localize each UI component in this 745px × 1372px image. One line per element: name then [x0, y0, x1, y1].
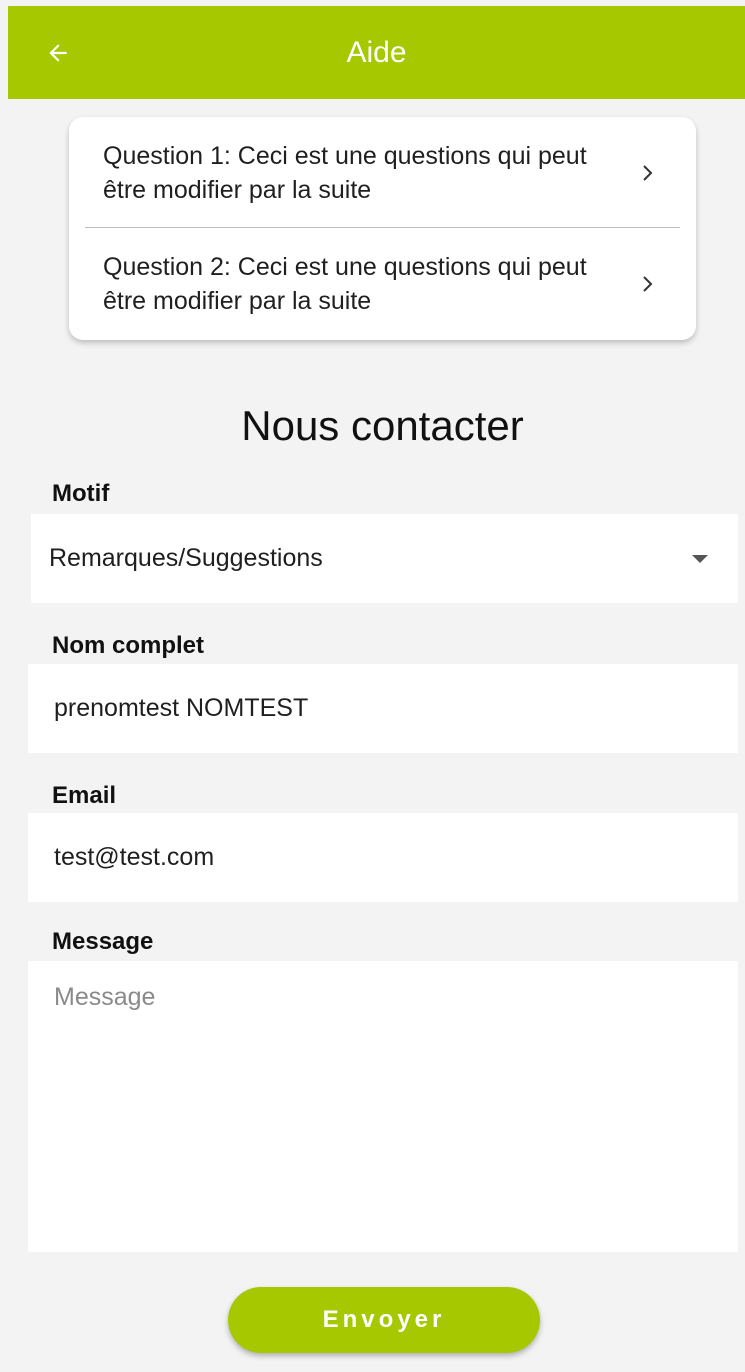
message-label: Message: [52, 928, 154, 955]
full-name-label: Nom complet: [52, 632, 205, 659]
back-button[interactable]: [34, 29, 82, 77]
motif-label: Motif: [52, 480, 110, 507]
email-field[interactable]: test@test.com: [28, 813, 738, 902]
chevron-right-icon: [643, 164, 653, 181]
message-placeholder: Message: [54, 983, 156, 1011]
dropdown-arrow-icon: [692, 554, 708, 563]
message-textarea[interactable]: Message: [28, 961, 738, 1252]
faq-item-2[interactable]: Question 2: Ceci est une questions qui p…: [69, 228, 696, 339]
faq-card: Question 1: Ceci est une questions qui p…: [69, 117, 696, 340]
email-label: Email: [52, 782, 117, 809]
full-name-value: prenomtest NOMTEST: [54, 694, 309, 722]
faq-question-text: Question 2: Ceci est une questions qui p…: [103, 252, 587, 315]
send-button-label: Envoyer: [322, 1306, 446, 1333]
arrow-left-icon: [49, 43, 67, 62]
app-bar: Aide: [8, 6, 745, 99]
faq-question-text: Question 1: Ceci est une questions qui p…: [103, 141, 587, 204]
email-value: test@test.com: [54, 843, 215, 871]
faq-item-1[interactable]: Question 1: Ceci est une questions qui p…: [69, 117, 696, 228]
motif-selected-value: Remarques/Suggestions: [49, 544, 323, 572]
chevron-right-icon: [643, 275, 653, 292]
motif-select[interactable]: Remarques/Suggestions: [31, 514, 738, 603]
contact-section-title: Nous contacter: [241, 402, 524, 449]
send-button[interactable]: Envoyer: [228, 1287, 540, 1353]
full-name-field[interactable]: prenomtest NOMTEST: [28, 664, 738, 753]
page-title: Aide: [346, 35, 407, 69]
